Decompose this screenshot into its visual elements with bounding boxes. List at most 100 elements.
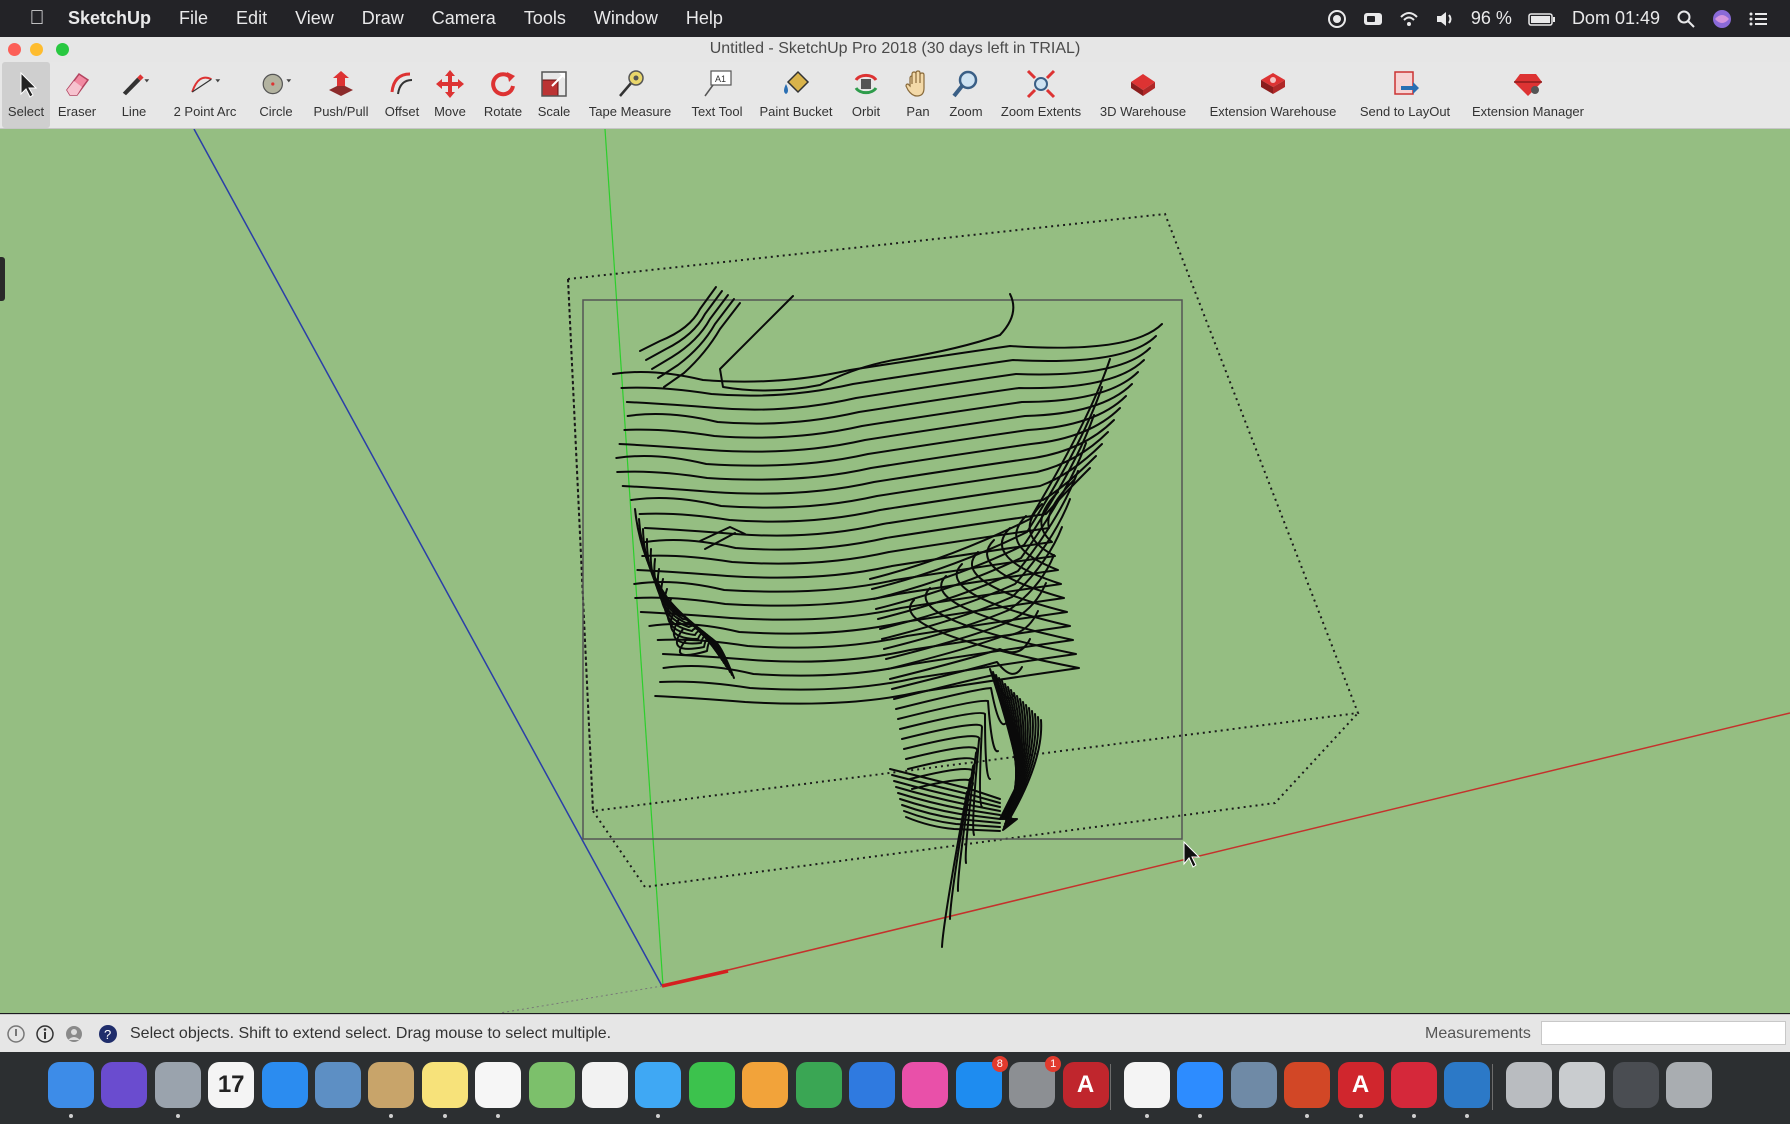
status-bar: ? Select objects. Shift to extend select… bbox=[0, 1014, 1790, 1053]
downloads-stack-icon[interactable] bbox=[1612, 1062, 1659, 1108]
tool-eraser-button[interactable]: Eraser bbox=[52, 62, 102, 128]
arc-icon bbox=[191, 76, 221, 93]
warehouse-icon bbox=[1131, 74, 1155, 96]
menu-edit[interactable]: Edit bbox=[222, 8, 281, 29]
menu-app-sketchup[interactable]: SketchUp bbox=[52, 8, 165, 29]
system-preferences-icon[interactable]: 1 bbox=[1009, 1056, 1062, 1108]
measurements-input[interactable] bbox=[1541, 1021, 1786, 1045]
svg-text:A1: A1 bbox=[715, 74, 726, 84]
edge-icon[interactable] bbox=[1444, 1062, 1491, 1108]
contour-line bbox=[644, 467, 1091, 551]
pages-icon[interactable] bbox=[742, 1062, 789, 1108]
siri-menu-icon[interactable] bbox=[1712, 9, 1732, 29]
tool-text-tool-button[interactable]: A1 Text Tool bbox=[682, 62, 752, 128]
sketchup-icon[interactable] bbox=[1391, 1062, 1437, 1108]
menu-bar-clock[interactable]: Dom 01:49 bbox=[1572, 8, 1660, 29]
siri-icon[interactable] bbox=[101, 1062, 148, 1108]
wifi-icon[interactable] bbox=[1399, 9, 1419, 29]
safari-icon[interactable] bbox=[261, 1062, 308, 1108]
drawing-viewport[interactable] bbox=[0, 129, 1790, 1013]
volume-icon[interactable] bbox=[1435, 9, 1455, 29]
menu-camera[interactable]: Camera bbox=[418, 8, 510, 29]
hand-icon bbox=[905, 70, 925, 97]
sign-in-user-icon[interactable] bbox=[64, 1024, 84, 1044]
contour-line bbox=[642, 528, 713, 646]
dock-running-indicator bbox=[1358, 1114, 1363, 1118]
menu-view[interactable]: View bbox=[281, 8, 348, 29]
instructor-help-icon[interactable]: ? bbox=[98, 1024, 118, 1044]
zoom-meeting-icon[interactable] bbox=[1363, 9, 1383, 29]
dock-running-indicator bbox=[1465, 1114, 1470, 1118]
launchpad-icon[interactable] bbox=[154, 1062, 201, 1108]
tool-circle-button[interactable]: Circle bbox=[250, 62, 302, 128]
tool-orbit-button[interactable]: Orbit bbox=[842, 62, 890, 128]
tool-select-button[interactable]: Select bbox=[2, 62, 50, 128]
dock-running-indicator bbox=[1305, 1114, 1310, 1118]
maps-icon[interactable] bbox=[528, 1062, 575, 1108]
tool-push-pull-button[interactable]: Push/Pull bbox=[308, 62, 374, 128]
credits-info-icon[interactable] bbox=[35, 1024, 55, 1044]
tool-rotate-button[interactable]: Rotate bbox=[478, 62, 528, 128]
tool-offset-button[interactable]: Offset bbox=[378, 62, 426, 128]
menu-window[interactable]: Window bbox=[580, 8, 672, 29]
reminders-icon[interactable] bbox=[475, 1062, 522, 1108]
contour-line bbox=[623, 371, 1139, 439]
status-hint-text: Select objects. Shift to extend select. … bbox=[130, 1025, 612, 1042]
notification-center-icon[interactable] bbox=[1748, 9, 1768, 29]
tool-zoom-extents-button[interactable]: Zoom Extents bbox=[994, 62, 1088, 128]
screenshot-stack-icon[interactable] bbox=[1559, 1062, 1606, 1108]
tool-paint-bucket-button[interactable]: Paint Bucket bbox=[754, 62, 838, 128]
document-stack-icon[interactable] bbox=[1505, 1062, 1552, 1108]
powerpoint-icon[interactable] bbox=[1284, 1062, 1331, 1108]
tool-pan-button[interactable]: Pan bbox=[896, 62, 940, 128]
facetime-icon[interactable] bbox=[688, 1062, 735, 1108]
tool-extension-manager-button[interactable]: Extension Manager bbox=[1464, 62, 1592, 128]
tool-3d-warehouse-button[interactable]: 3D Warehouse bbox=[1094, 62, 1192, 128]
menu-draw[interactable]: Draw bbox=[348, 8, 418, 29]
model-canvas[interactable] bbox=[0, 129, 1790, 1013]
tool-label: Offset bbox=[384, 104, 420, 119]
apple-menu-icon[interactable]:  bbox=[22, 7, 52, 30]
image-capture-icon[interactable] bbox=[1230, 1062, 1277, 1108]
geo-location-icon[interactable] bbox=[6, 1024, 26, 1044]
zoom-icon[interactable] bbox=[1177, 1062, 1224, 1108]
dock-running-indicator bbox=[1198, 1114, 1203, 1118]
screen-record-icon[interactable] bbox=[1327, 9, 1347, 29]
tool-zoom-button[interactable]: Zoom bbox=[944, 62, 988, 128]
contour-line bbox=[719, 293, 1015, 392]
keynote-icon[interactable] bbox=[849, 1062, 895, 1108]
contacts-icon[interactable] bbox=[368, 1062, 415, 1108]
tool-scale-button[interactable]: Scale bbox=[530, 62, 578, 128]
trash-icon[interactable] bbox=[1666, 1062, 1712, 1108]
numbers-icon[interactable] bbox=[795, 1062, 842, 1108]
messages-icon[interactable] bbox=[635, 1062, 682, 1108]
preview-icon[interactable] bbox=[315, 1062, 361, 1108]
magnifier-icon bbox=[952, 70, 978, 98]
menu-help[interactable]: Help bbox=[672, 8, 737, 29]
tool-line-button[interactable]: Line bbox=[104, 62, 164, 128]
spotlight-search-icon[interactable] bbox=[1676, 9, 1696, 29]
tool-extension-warehouse-button[interactable]: Extension Warehouse bbox=[1202, 62, 1344, 128]
autocad-icon[interactable]: A bbox=[1062, 1062, 1109, 1108]
dock-running-indicator bbox=[69, 1114, 73, 1118]
tool-send-to-layout-button[interactable]: Send to LayOut bbox=[1352, 62, 1458, 128]
photos-icon[interactable] bbox=[582, 1062, 628, 1108]
notes-icon[interactable] bbox=[421, 1062, 468, 1108]
push-pull-icon bbox=[329, 71, 353, 96]
calendar-icon[interactable]: 17 bbox=[208, 1062, 255, 1108]
tool-tape-measure-button[interactable]: Tape Measure bbox=[582, 62, 678, 128]
menu-tools[interactable]: Tools bbox=[510, 8, 580, 29]
tool-move-button[interactable]: Move bbox=[428, 62, 472, 128]
chrome-icon[interactable] bbox=[1124, 1062, 1170, 1108]
itunes-icon[interactable] bbox=[902, 1062, 949, 1108]
side-panel-handle[interactable] bbox=[0, 257, 5, 301]
eraser-icon bbox=[66, 72, 90, 96]
menu-file[interactable]: File bbox=[165, 8, 222, 29]
tool-label: Tape Measure bbox=[588, 104, 672, 119]
menu-bar:  SketchUp File Edit View Draw Camera To… bbox=[0, 0, 1790, 37]
battery-icon[interactable] bbox=[1528, 9, 1556, 29]
tool-2-point-arc-button[interactable]: 2 Point Arc bbox=[166, 62, 244, 128]
finder-icon[interactable] bbox=[48, 1062, 94, 1108]
app-store-icon[interactable]: 8 bbox=[955, 1056, 1008, 1108]
acrobat-icon[interactable]: A bbox=[1337, 1062, 1384, 1108]
